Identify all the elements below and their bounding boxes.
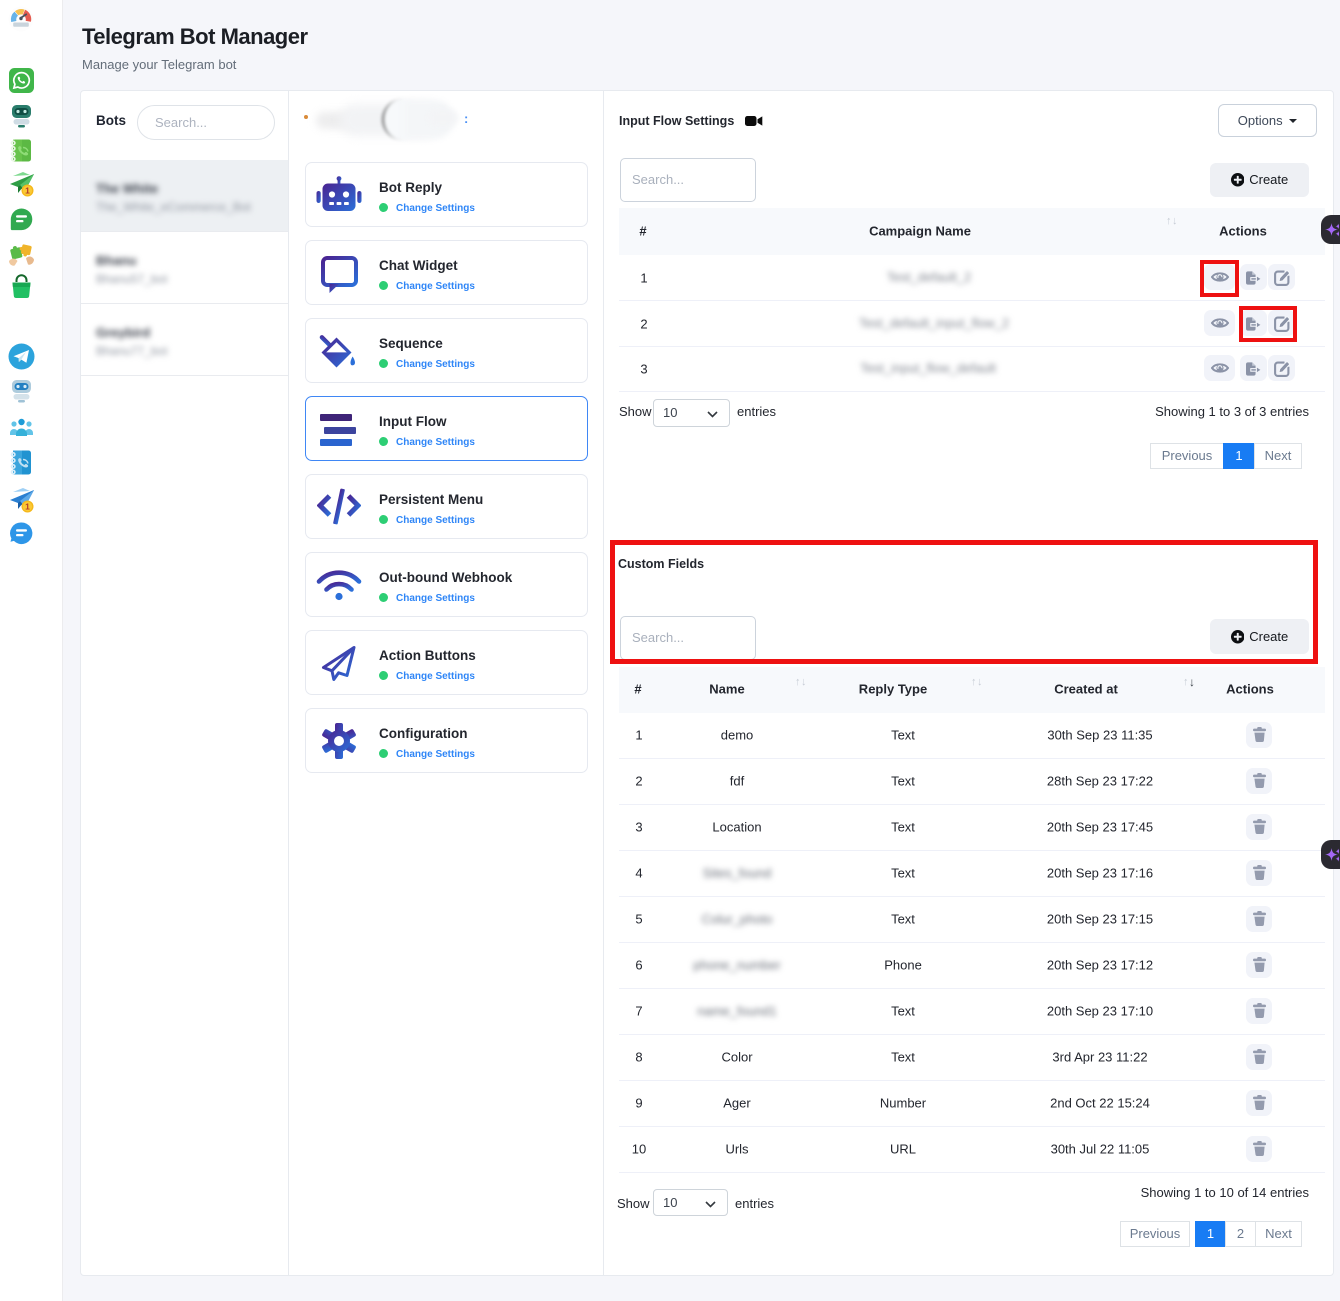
- svg-text:1: 1: [25, 186, 30, 196]
- svg-text:1: 1: [25, 502, 30, 512]
